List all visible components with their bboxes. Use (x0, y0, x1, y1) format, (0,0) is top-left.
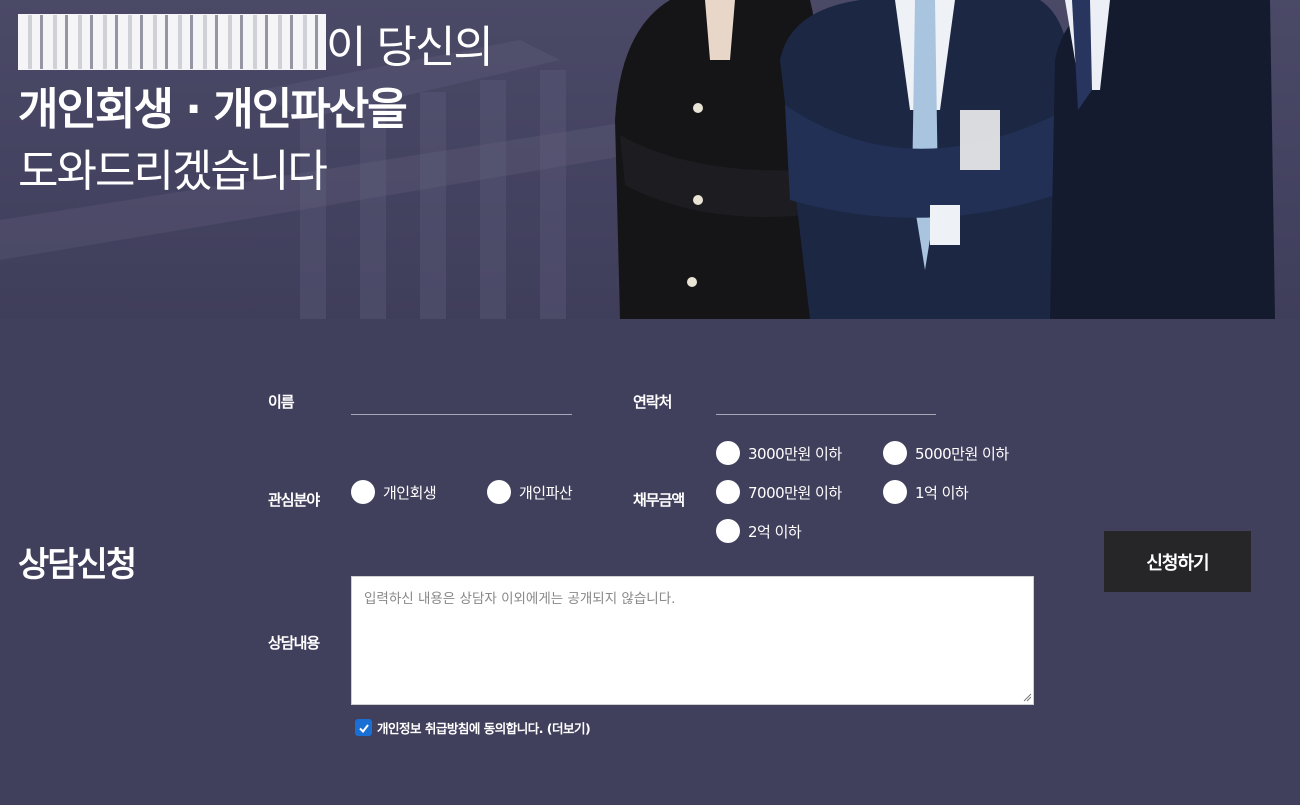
agree-text: 개인정보 취급방침에 동의합니다. (더보기) (377, 721, 591, 736)
radio-label: 7000만원 이하 (748, 483, 842, 502)
hero-banner: 이 당신의 개인회생 · 개인파산을 도와드리겠습니다 (0, 0, 1300, 319)
radio-label: 개인파산 (519, 483, 573, 502)
hero-line-1: 이 당신의 (18, 14, 494, 79)
content-textarea[interactable] (351, 576, 1034, 705)
radio-label: 개인회생 (383, 483, 437, 502)
interest-label: 관심분야 (268, 491, 320, 509)
agree-checkbox[interactable] (355, 719, 372, 736)
hero-line-3: 도와드리겠습니다 (18, 146, 328, 197)
radio-button[interactable] (716, 519, 740, 543)
radio-button[interactable] (487, 480, 511, 504)
radio-button[interactable] (351, 480, 375, 504)
consultation-title: 상담신청 (18, 545, 137, 585)
radio-button[interactable] (883, 441, 907, 465)
debt-option-30m[interactable]: 3000만원 이하 (716, 441, 842, 465)
content-label: 상담내용 (268, 634, 320, 652)
privacy-agreement[interactable]: 개인정보 취급방침에 동의합니다. (더보기) (355, 718, 591, 737)
radio-label: 2억 이하 (748, 522, 802, 541)
radio-label: 3000만원 이하 (748, 444, 842, 463)
interest-option-rehabilitation[interactable]: 개인회생 (351, 480, 437, 504)
radio-label: 5000만원 이하 (915, 444, 1009, 463)
radio-button[interactable] (883, 480, 907, 504)
checkmark-icon (358, 723, 369, 733)
name-label: 이름 (268, 393, 295, 411)
lawyers-photo (615, 0, 1275, 319)
contact-label: 연락처 (633, 393, 672, 411)
radio-button[interactable] (716, 441, 740, 465)
interest-option-bankruptcy[interactable]: 개인파산 (487, 480, 573, 504)
name-input[interactable] (351, 389, 572, 415)
contact-input[interactable] (716, 389, 936, 415)
hero-headline: 이 당신의 개인회생 · 개인파산을 도와드리겠습니다 (18, 14, 494, 203)
hero-line-2: 개인회생 · 개인파산을 (18, 84, 408, 135)
debt-option-100m[interactable]: 1억 이하 (883, 480, 969, 504)
debt-option-70m[interactable]: 7000만원 이하 (716, 480, 842, 504)
debt-option-200m[interactable]: 2억 이하 (716, 519, 802, 543)
hero-line-1-suffix: 이 당신의 (326, 22, 494, 73)
debt-label: 채무금액 (633, 491, 685, 509)
debt-option-50m[interactable]: 5000만원 이하 (883, 441, 1009, 465)
submit-button[interactable]: 신청하기 (1104, 531, 1251, 592)
pixelated-firm-name (18, 14, 326, 70)
radio-label: 1억 이하 (915, 483, 969, 502)
resize-grip-icon[interactable] (1022, 692, 1032, 702)
radio-button[interactable] (716, 480, 740, 504)
